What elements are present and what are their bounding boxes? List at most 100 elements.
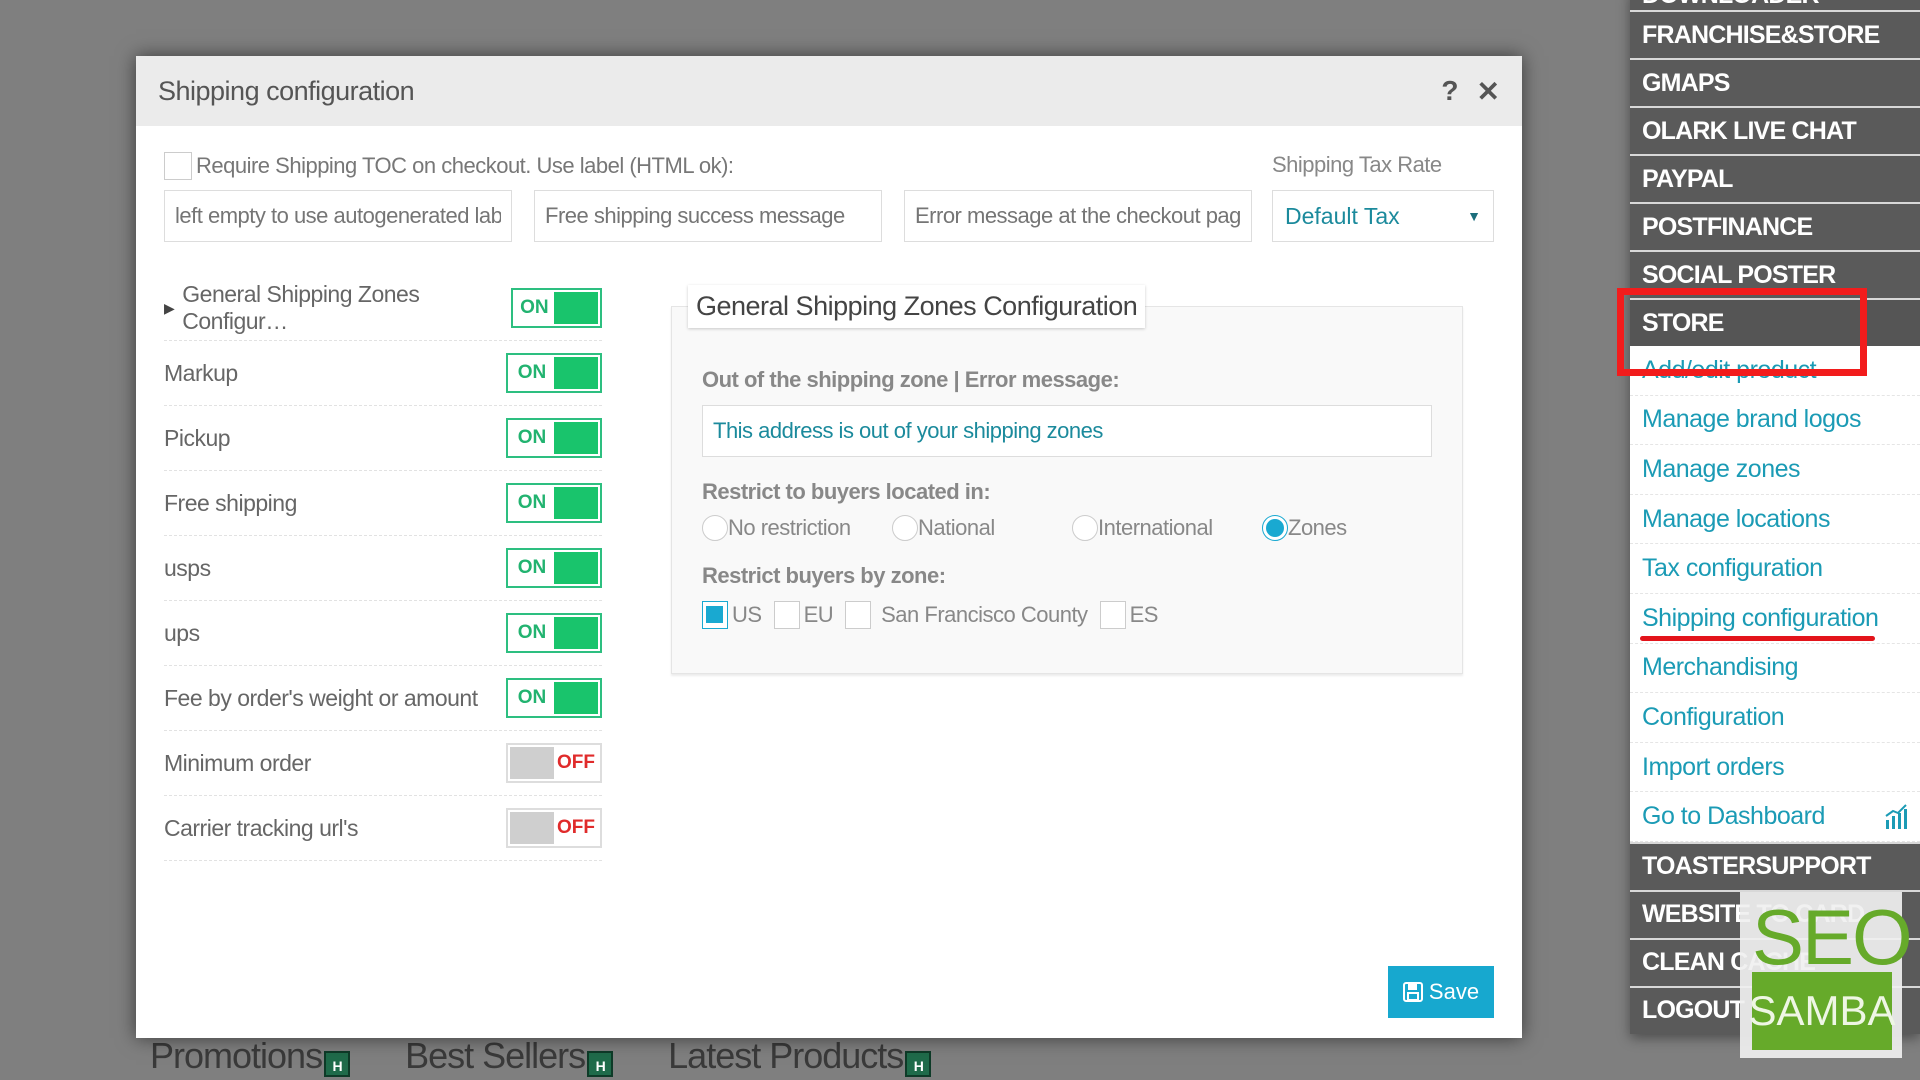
sidebar-item-postfinance[interactable]: POSTFINANCE xyxy=(1630,202,1920,250)
zone-us[interactable]: US xyxy=(702,601,762,629)
submenu-merchandising[interactable]: Merchandising xyxy=(1630,644,1920,694)
toggle-state: ON xyxy=(520,297,549,318)
restrict-zone-label: Restrict buyers by zone: xyxy=(702,563,946,588)
toggle-state: ON xyxy=(517,557,547,578)
submenu-label: Shipping configuration xyxy=(1642,603,1879,632)
toc-label-input[interactable] xyxy=(164,190,512,242)
zone-label: San Francisco County xyxy=(881,602,1088,627)
h-badge-icon: H xyxy=(324,1051,351,1077)
help-icon[interactable]: ? xyxy=(1441,75,1458,107)
checkout-error-message-input[interactable] xyxy=(904,190,1252,242)
toggle-row: ▶ General Shipping Zones Configur… ON xyxy=(164,276,602,341)
toggle-row: ups ON xyxy=(164,601,602,666)
submenu-import-orders[interactable]: Import orders xyxy=(1630,743,1920,793)
submenu-manage-brand-logos[interactable]: Manage brand logos xyxy=(1630,396,1920,446)
shipping-methods-list: ▶ General Shipping Zones Configur… ON Mar… xyxy=(164,276,602,861)
panel-legend: General Shipping Zones Configuration xyxy=(688,285,1146,328)
toggle-state: ON xyxy=(517,687,547,708)
toggle-state: ON xyxy=(517,622,547,643)
radio-no-restriction[interactable]: No restriction xyxy=(702,515,892,541)
radio-button[interactable] xyxy=(1262,515,1288,541)
sidebar-item-olark-live-chat[interactable]: OLARK LIVE CHAT xyxy=(1630,106,1920,154)
submenu-label: Manage zones xyxy=(1642,454,1801,483)
zones-config-panel: General Shipping Zones Configuration Out… xyxy=(671,285,1463,674)
toggle-state: ON xyxy=(517,492,547,513)
zone-eu[interactable]: EU xyxy=(773,601,834,629)
toggle-row: Fee by order's weight or amount ON xyxy=(164,666,602,731)
zone-label: ES xyxy=(1129,602,1159,627)
tab-promotions[interactable]: Promotions H xyxy=(150,1035,351,1077)
submenu-shipping-configuration[interactable]: Shipping configuration xyxy=(1630,594,1920,644)
sidebar-item-store[interactable]: STORE xyxy=(1630,298,1920,346)
toggle-label: Pickup xyxy=(164,424,231,451)
sidebar-item-toastersupport[interactable]: TOASTERSUPPORT xyxy=(1630,841,1920,890)
tab-label: Latest Products xyxy=(668,1035,904,1076)
toggle-state: ON xyxy=(517,362,547,383)
toggle-switch[interactable]: OFF xyxy=(506,743,602,783)
radio-button[interactable] xyxy=(702,515,728,541)
zone-checkboxes: US EU San Francisco County ES xyxy=(702,601,1432,629)
radio-label: Zones xyxy=(1288,515,1347,540)
close-icon[interactable]: ✕ xyxy=(1477,75,1500,108)
tab-best-sellers[interactable]: Best Sellers H xyxy=(405,1035,614,1077)
watermark-samba: SAMBA xyxy=(1748,972,1896,1050)
toggle-row: Pickup ON xyxy=(164,406,602,471)
radio-international[interactable]: International xyxy=(1072,515,1262,541)
toggle-row: Carrier tracking url's OFF xyxy=(164,796,602,861)
toggle-switch[interactable]: ON xyxy=(506,418,602,458)
submenu-tax-configuration[interactable]: Tax configuration xyxy=(1630,544,1920,594)
save-button[interactable]: Save xyxy=(1388,966,1494,1018)
radio-zones[interactable]: Zones xyxy=(1262,515,1347,541)
toggle-switch[interactable]: ON xyxy=(506,613,602,653)
submenu-label: Go to Dashboard xyxy=(1642,802,1825,831)
tax-rate-select[interactable]: Default Tax ▼ xyxy=(1272,190,1494,242)
sidebar-item-franchise-store[interactable]: FRANCHISE&STORE xyxy=(1630,10,1920,58)
floppy-disk-icon xyxy=(1402,982,1423,1002)
toggle-switch[interactable]: ON xyxy=(506,678,602,718)
toggle-label: Fee by order's weight or amount xyxy=(164,684,478,711)
toggle-switch[interactable]: ON xyxy=(506,353,602,393)
toggle-switch[interactable]: ON xyxy=(506,548,602,588)
toc-checkbox[interactable] xyxy=(164,152,192,180)
sidebar-item-downloader[interactable]: DOWNLOADER xyxy=(1630,0,1920,10)
chart-bars-icon xyxy=(1885,803,1907,829)
checkbox[interactable] xyxy=(845,601,872,629)
sidebar-item-social-poster[interactable]: SOCIAL POSTER xyxy=(1630,250,1920,298)
toggle-label: Minimum order xyxy=(164,749,311,776)
submenu-manage-locations[interactable]: Manage locations xyxy=(1630,495,1920,545)
checkbox[interactable] xyxy=(773,601,800,629)
submenu-configuration[interactable]: Configuration xyxy=(1630,693,1920,743)
shipping-config-dialog: Shipping configuration ? ✕ Require Shipp… xyxy=(136,56,1522,1038)
toggle-switch[interactable]: ON xyxy=(506,483,602,523)
zone-label: EU xyxy=(803,602,834,627)
sidebar-item-gmaps[interactable]: GMAPS xyxy=(1630,58,1920,106)
radio-national[interactable]: National xyxy=(892,515,1072,541)
submenu-label: Manage locations xyxy=(1642,504,1830,533)
tab-latest-products[interactable]: Latest Products H xyxy=(668,1035,932,1077)
free-shipping-message-input[interactable] xyxy=(534,190,882,242)
checkbox[interactable] xyxy=(1099,601,1126,629)
message-inputs xyxy=(164,190,1252,242)
zone-error-message-input[interactable]: This address is out of your shipping zon… xyxy=(702,405,1432,457)
toggle-label[interactable]: ▶ General Shipping Zones Configur… xyxy=(164,281,511,335)
zone-san-francisco-county[interactable]: San Francisco County xyxy=(845,601,1088,629)
submenu-go-to-dashboard[interactable]: Go to Dashboard xyxy=(1630,792,1920,842)
zone-es[interactable]: ES xyxy=(1099,601,1159,629)
radio-button[interactable] xyxy=(1072,515,1098,541)
toggle-switch[interactable]: OFF xyxy=(506,808,602,848)
submenu-manage-zones[interactable]: Manage zones xyxy=(1630,445,1920,495)
restrict-location-label: Restrict to buyers located in: xyxy=(702,479,991,504)
toggle-knob xyxy=(554,292,598,324)
expand-triangle-icon[interactable]: ▶ xyxy=(164,300,175,317)
checkbox[interactable] xyxy=(702,601,728,629)
toggle-knob xyxy=(554,682,598,714)
submenu-add-edit-product[interactable]: Add/edit product xyxy=(1630,346,1920,396)
radio-button[interactable] xyxy=(892,515,918,541)
toggle-knob xyxy=(554,617,598,649)
toggle-switch[interactable]: ON xyxy=(510,288,602,328)
toggle-label: ups xyxy=(164,619,200,646)
toggle-label-text: General Shipping Zones Configur… xyxy=(182,281,420,334)
toggle-label: Free shipping xyxy=(164,489,297,516)
toggle-row: Minimum order OFF xyxy=(164,731,602,796)
sidebar-item-paypal[interactable]: PAYPAL xyxy=(1630,154,1920,202)
